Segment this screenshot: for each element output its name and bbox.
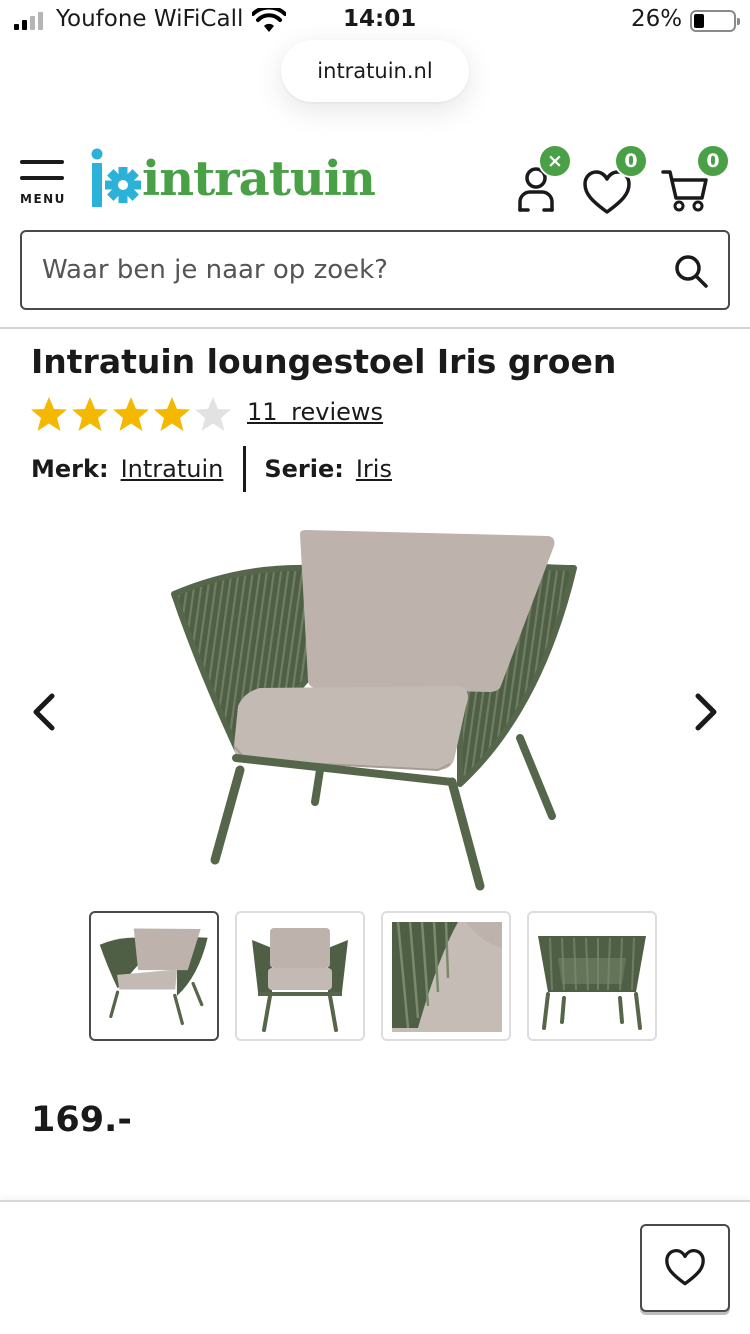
- brand-label: Merk:: [31, 455, 109, 483]
- wishlist-button[interactable]: 0: [580, 144, 648, 214]
- bottom-action-bar: [0, 1200, 750, 1334]
- logo-wordmark: intratuin: [142, 151, 376, 207]
- battery-icon: [690, 10, 740, 32]
- gallery-prev-button[interactable]: [24, 690, 64, 734]
- search-input[interactable]: [42, 250, 642, 290]
- star-filled-icon: [113, 397, 149, 431]
- thumbnail-chair-front-image: [252, 928, 348, 1032]
- status-bar: Youfone WiFiCall 14:01 26%: [0, 0, 750, 42]
- account-status-badge: ×: [538, 144, 572, 178]
- thumbnail-3[interactable]: [381, 911, 511, 1041]
- signal-icon: [14, 12, 43, 30]
- clock: 14:01: [343, 6, 417, 32]
- thumbnail-4[interactable]: [527, 911, 657, 1041]
- add-to-wishlist-button[interactable]: [640, 1224, 730, 1312]
- star-filled-icon: [154, 397, 190, 431]
- carrier-name: Youfone WiFiCall: [56, 6, 244, 32]
- wishlist-count-badge: 0: [614, 144, 648, 178]
- star-rating: [29, 394, 233, 434]
- heart-icon: [665, 1249, 705, 1286]
- star-filled-icon: [72, 397, 108, 431]
- search-bar: [20, 230, 730, 310]
- series-link[interactable]: Iris: [356, 455, 392, 483]
- star-filled-icon: [31, 397, 67, 431]
- search-icon[interactable]: [672, 252, 710, 290]
- thumbnail-2[interactable]: [235, 911, 365, 1041]
- star-empty-icon: [195, 397, 231, 431]
- product-title: Intratuin loungestoel Iris groen: [31, 342, 617, 381]
- brand-link[interactable]: Intratuin: [121, 455, 224, 483]
- reviews-link[interactable]: 11 reviews: [247, 398, 383, 426]
- cart-button[interactable]: 0: [660, 144, 730, 214]
- logo-mark-icon: [91, 148, 141, 207]
- url-pill[interactable]: intratuin.nl: [281, 40, 469, 102]
- gallery-next-button[interactable]: [686, 690, 726, 734]
- cart-count-badge: 0: [696, 144, 730, 178]
- product-main-image[interactable]: [160, 520, 590, 900]
- menu-label: MENU: [20, 192, 66, 206]
- series-label: Serie:: [264, 455, 344, 483]
- wifi-icon: [252, 8, 286, 32]
- thumbnail-chair-image: [99, 928, 208, 1026]
- gallery-thumbnails: [89, 911, 657, 1041]
- account-button[interactable]: ×: [510, 144, 572, 214]
- thumbnail-detail-image: [392, 921, 502, 1032]
- thumbnail-1[interactable]: [89, 911, 219, 1041]
- thumbnail-chair-back-image: [538, 936, 646, 1030]
- header-divider: [0, 327, 750, 329]
- battery-percentage: 26%: [631, 6, 683, 32]
- product-meta: Merk: Intratuin Serie: Iris: [31, 446, 392, 492]
- product-price: 169.-: [31, 1100, 132, 1140]
- meta-separator: [243, 446, 247, 492]
- intratuin-logo[interactable]: intratuin: [90, 146, 376, 212]
